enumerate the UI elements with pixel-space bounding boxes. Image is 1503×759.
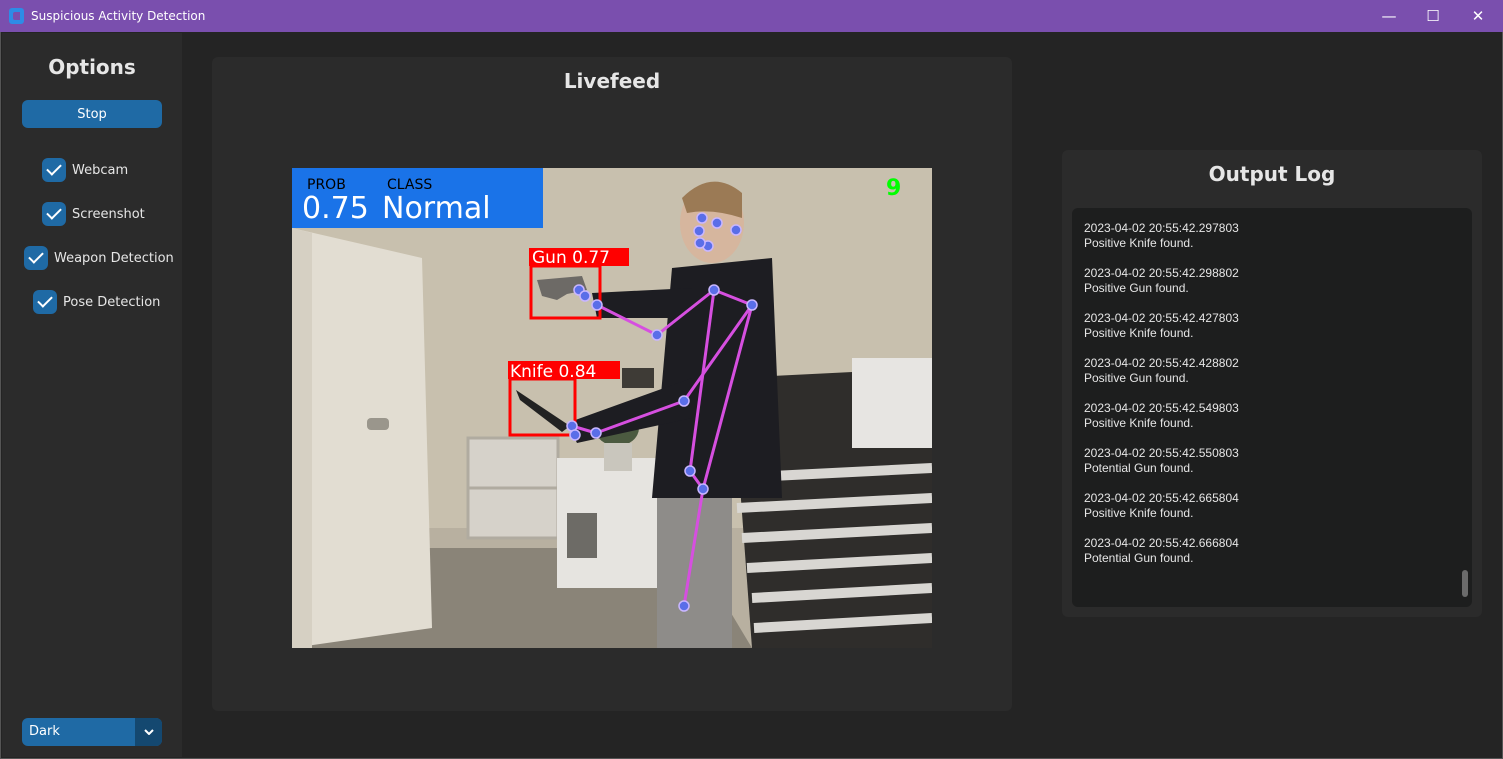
checkmark-icon[interactable] [42, 158, 66, 182]
screenshot-checkbox[interactable]: Screenshot [42, 202, 145, 226]
log-message: Positive Knife found. [1084, 506, 1194, 520]
log-message: Positive Knife found. [1084, 416, 1194, 430]
log-timestamp: 2023-04-02 20:55:42.665804 [1084, 491, 1239, 505]
log-entry: 2023-04-02 20:55:42.549803 Positive Knife… [1084, 401, 1472, 431]
stop-button[interactable]: Stop [22, 100, 162, 128]
log-entry: 2023-04-02 20:55:42.665804 Positive Knife… [1084, 491, 1472, 521]
pose-detection-checkbox[interactable]: Pose Detection [33, 290, 160, 314]
weapon-detection-checkbox[interactable]: Weapon Detection [24, 246, 174, 270]
log-message: Positive Knife found. [1084, 236, 1194, 250]
log-entry: 2023-04-02 20:55:42.297803 Positive Knife… [1084, 221, 1472, 251]
log-entry: 2023-04-02 20:55:42.427803 Positive Knife… [1084, 311, 1472, 341]
log-message: Potential Gun found. [1084, 461, 1194, 475]
weapon-detection-label: Weapon Detection [54, 250, 174, 266]
close-button[interactable]: ✕ [1455, 0, 1501, 32]
log-scrollbar[interactable] [1462, 570, 1468, 597]
appearance-mode-value: Dark [29, 724, 60, 739]
livefeed-panel: Livefeed PROB CLASS 0.75 Normal 9 Gun 0.… [212, 57, 1012, 711]
window-title: Suspicious Activity Detection [31, 9, 206, 23]
log-entry: 2023-04-02 20:55:42.550803 Potential Gun … [1084, 446, 1472, 476]
log-timestamp: 2023-04-02 20:55:42.297803 [1084, 221, 1239, 235]
webcam-label: Webcam [72, 162, 129, 178]
camera-feed: PROB CLASS 0.75 Normal 9 Gun 0.77 Knife … [292, 168, 932, 648]
pose-detection-label: Pose Detection [63, 294, 161, 310]
log-timestamp: 2023-04-02 20:55:42.666804 [1084, 536, 1239, 550]
prob-value: 0.75 [302, 191, 369, 226]
log-message: Potential Gun found. [1084, 551, 1194, 565]
log-entry: 2023-04-02 20:55:42.666804 Potential Gun … [1084, 536, 1472, 566]
livefeed-heading: Livefeed [563, 69, 661, 93]
options-heading: Options [48, 55, 136, 79]
log-message: Positive Gun found. [1084, 281, 1189, 295]
output-log-heading: Output Log [1208, 162, 1336, 186]
minimize-button[interactable]: — [1366, 0, 1412, 32]
output-log-textbox[interactable]: 2023-04-02 20:55:42.297803 Positive Knife… [1072, 208, 1472, 607]
chevron-down-icon[interactable] [135, 718, 162, 746]
log-entry: 2023-04-02 20:55:42.428802 Positive Gun f… [1084, 356, 1472, 386]
log-timestamp: 2023-04-02 20:55:42.549803 [1084, 401, 1239, 415]
checkmark-icon[interactable] [24, 246, 48, 270]
screenshot-label: Screenshot [72, 206, 145, 222]
checkmark-icon[interactable] [33, 290, 57, 314]
maximize-button[interactable]: ☐ [1410, 0, 1456, 32]
log-timestamp: 2023-04-02 20:55:42.298802 [1084, 266, 1239, 280]
log-message: Positive Gun found. [1084, 371, 1189, 385]
options-sidebar: Options Stop Webcam Screenshot Weapon De… [2, 33, 182, 757]
app-icon [9, 8, 24, 24]
log-timestamp: 2023-04-02 20:55:42.550803 [1084, 446, 1239, 460]
frame-counter: 9 [886, 176, 901, 201]
title-bar: Suspicious Activity Detection — ☐ ✕ [0, 0, 1503, 32]
class-value: Normal [382, 191, 491, 226]
checkmark-icon[interactable] [42, 202, 66, 226]
log-timestamp: 2023-04-02 20:55:42.428802 [1084, 356, 1239, 370]
log-timestamp: 2023-04-02 20:55:42.427803 [1084, 311, 1239, 325]
log-message: Positive Knife found. [1084, 326, 1194, 340]
log-entry: 2023-04-02 20:55:42.298802 Positive Gun f… [1084, 266, 1472, 296]
webcam-checkbox[interactable]: Webcam [42, 158, 128, 182]
appearance-mode-select[interactable]: Dark [22, 718, 162, 746]
output-log-panel: Output Log 2023-04-02 20:55:42.297803 Pos… [1062, 150, 1482, 617]
